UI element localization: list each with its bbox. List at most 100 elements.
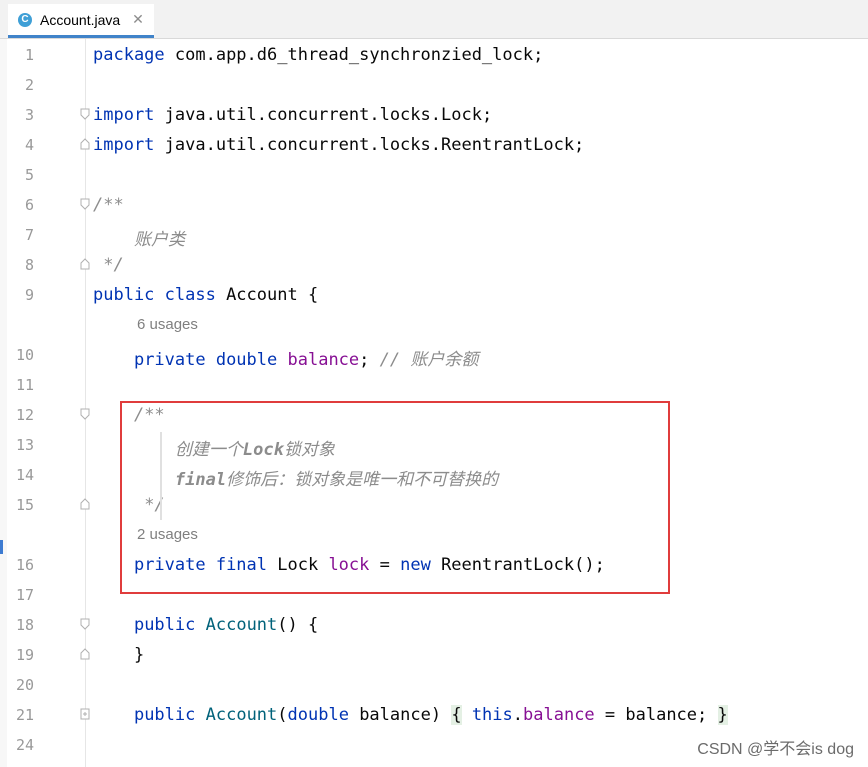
code-token: private double bbox=[133, 350, 278, 370]
line-number: 7 bbox=[24, 226, 34, 244]
line-number: 11 bbox=[15, 376, 34, 394]
line-number: 21 bbox=[15, 706, 34, 724]
line-number: 8 bbox=[24, 256, 34, 274]
code-token: . bbox=[512, 705, 524, 725]
tab-label: Account.java bbox=[40, 11, 121, 28]
line-number: 9 bbox=[24, 286, 34, 304]
code-token: Account bbox=[205, 615, 278, 635]
code-token: } bbox=[93, 645, 145, 665]
code-token: java.util.concurrent.locks.Lock; bbox=[154, 105, 493, 125]
line-number: 13 bbox=[15, 436, 34, 454]
code-text: import java.util.concurrent.locks.Lock; bbox=[93, 105, 492, 125]
line-number: 3 bbox=[24, 106, 34, 124]
code-token: Account bbox=[205, 705, 278, 725]
line-number: 14 bbox=[15, 466, 34, 484]
highlight-box bbox=[120, 401, 670, 594]
fold-marker-icon[interactable] bbox=[80, 618, 90, 630]
code-token: // 账户余额 bbox=[379, 350, 479, 370]
code-token: () { bbox=[277, 615, 319, 635]
line-number: 15 bbox=[15, 496, 34, 514]
line-number: 18 bbox=[15, 616, 34, 634]
code-line[interactable]: 6 /** bbox=[0, 190, 868, 220]
code-line[interactable]: 21 public Account(double balance) { this… bbox=[0, 700, 868, 730]
code-token: import bbox=[93, 105, 155, 125]
fold-marker-icon[interactable] bbox=[80, 408, 90, 420]
code-line[interactable]: 19 } bbox=[0, 640, 868, 670]
fold-marker-icon[interactable] bbox=[80, 108, 90, 120]
code-line[interactable]: 11 bbox=[0, 370, 868, 400]
code-token: public bbox=[133, 615, 196, 635]
line-number: 24 bbox=[15, 736, 34, 754]
code-token: com.app.d6_thread_synchronzied_lock; bbox=[164, 45, 544, 65]
line-number: 12 bbox=[15, 406, 34, 424]
code-line[interactable]: 20 bbox=[0, 670, 868, 700]
code-line[interactable]: 18 public Account() { bbox=[0, 610, 868, 640]
line-number: 4 bbox=[24, 136, 34, 154]
code-token: Account { bbox=[215, 285, 319, 305]
code-token: ( bbox=[277, 705, 288, 725]
line-number: 17 bbox=[15, 586, 34, 604]
fold-marker-icon[interactable] bbox=[80, 708, 90, 720]
code-text: 账户类 bbox=[93, 225, 185, 250]
watermark: CSDN @学不会is dog bbox=[697, 741, 854, 758]
code-line[interactable]: 9 public class Account { bbox=[0, 280, 868, 310]
code-text: package com.app.d6_thread_synchronzied_l… bbox=[93, 45, 543, 65]
fold-marker-icon[interactable] bbox=[80, 648, 90, 660]
java-class-icon: C bbox=[18, 12, 32, 27]
fold-marker-icon[interactable] bbox=[80, 498, 90, 510]
tab-account-java[interactable]: C Account.java ✕ bbox=[8, 4, 154, 38]
line-number: 19 bbox=[15, 646, 34, 664]
line-number: 20 bbox=[15, 676, 34, 694]
code-token: package bbox=[93, 45, 165, 65]
line-number: 10 bbox=[15, 346, 34, 364]
code-token: 账户类 bbox=[93, 230, 185, 250]
line-number: 1 bbox=[24, 46, 34, 64]
code-token: } bbox=[717, 705, 728, 725]
code-text: /** bbox=[93, 195, 124, 215]
code-token: double bbox=[287, 705, 349, 725]
code-line[interactable]: 2 bbox=[0, 70, 868, 100]
code-token: import bbox=[93, 135, 155, 155]
editor-tab-bar: C Account.java ✕ bbox=[0, 0, 868, 39]
code-line[interactable]: 4 import java.util.concurrent.locks.Reent… bbox=[0, 130, 868, 160]
code-token: this bbox=[471, 705, 513, 725]
code-text: private double balance; // 账户余额 bbox=[93, 345, 478, 370]
code-line[interactable]: 7 账户类 bbox=[0, 220, 868, 250]
code-token: balance) bbox=[348, 705, 452, 725]
code-token: = balance; bbox=[594, 705, 718, 725]
code-token: { bbox=[451, 705, 462, 725]
code-token: java.util.concurrent.locks.ReentrantLock… bbox=[154, 135, 585, 155]
code-token: */ bbox=[93, 255, 124, 275]
code-line[interactable]: 3 import java.util.concurrent.locks.Lock; bbox=[0, 100, 868, 130]
fold-marker-icon[interactable] bbox=[80, 138, 90, 150]
code-token: /** bbox=[93, 195, 124, 215]
code-text: public Account(double balance) { this.ba… bbox=[93, 705, 728, 725]
code-token: public class bbox=[93, 285, 216, 305]
code-text: */ bbox=[93, 255, 124, 275]
usages-hint-balance[interactable]: 6 usages bbox=[137, 316, 198, 333]
close-icon[interactable]: ✕ bbox=[132, 11, 144, 28]
line-number: 5 bbox=[24, 166, 34, 184]
code-line[interactable]: 5 bbox=[0, 160, 868, 190]
code-token: balance bbox=[523, 705, 595, 725]
code-line[interactable]: 10 private double balance; // 账户余额 bbox=[0, 340, 868, 370]
fold-marker-icon[interactable] bbox=[80, 198, 90, 210]
code-text: public Account() { bbox=[93, 615, 318, 635]
code-text: public class Account { bbox=[93, 285, 318, 305]
code-token: ; bbox=[359, 350, 380, 370]
code-token: balance bbox=[287, 350, 360, 370]
code-text: import java.util.concurrent.locks.Reentr… bbox=[93, 135, 584, 155]
code-line[interactable]: 8 */ bbox=[0, 250, 868, 280]
code-text: } bbox=[93, 645, 144, 665]
fold-marker-icon[interactable] bbox=[80, 258, 90, 270]
code-line[interactable]: 1 package com.app.d6_thread_synchronzied_… bbox=[0, 40, 868, 70]
code-token: public bbox=[133, 705, 196, 725]
line-number: 2 bbox=[24, 76, 34, 94]
